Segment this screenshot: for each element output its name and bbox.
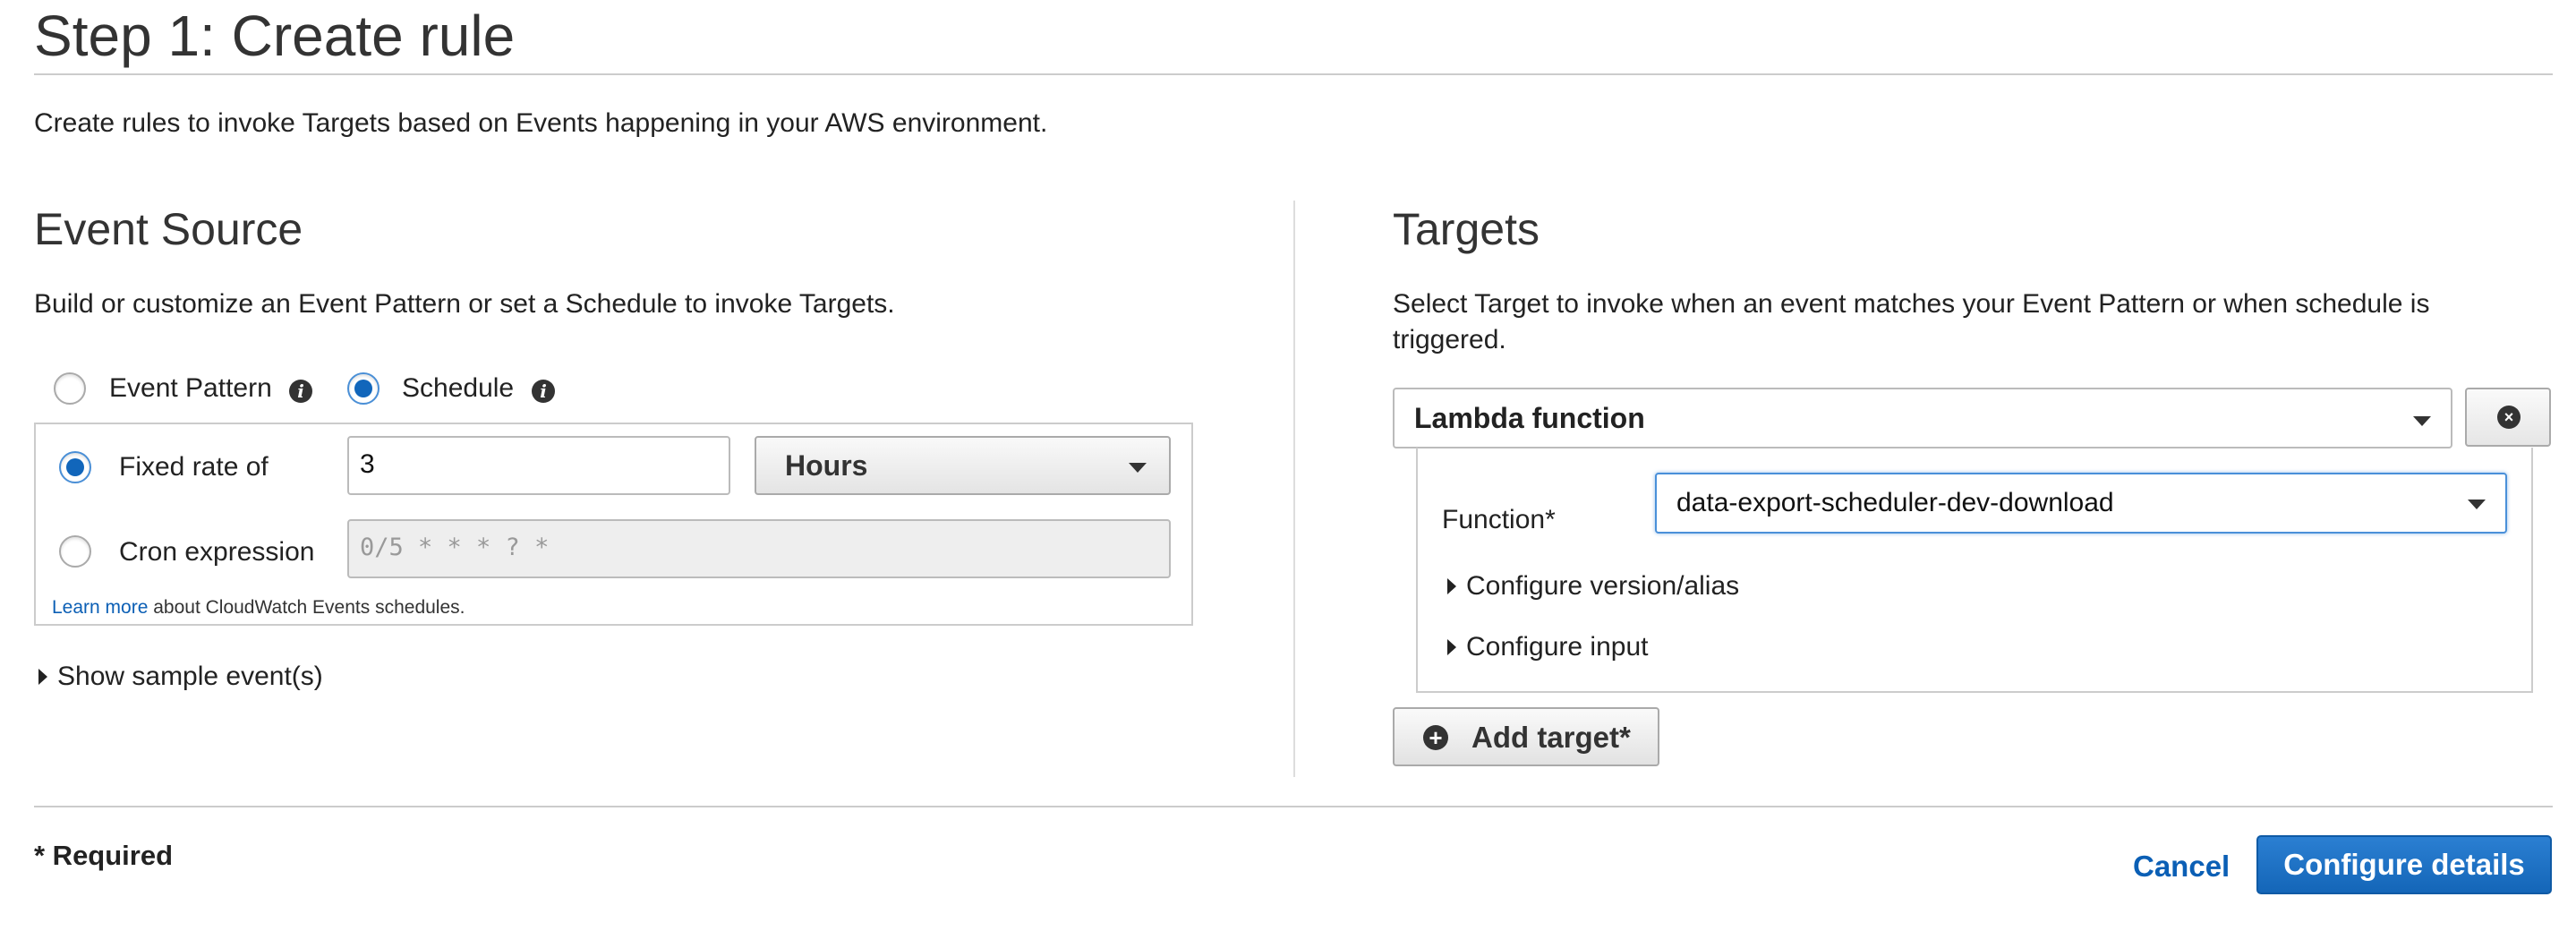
expand-arrow-icon[interactable]	[1447, 578, 1456, 594]
event-source-title: Event Source	[34, 204, 303, 254]
remove-icon: ×	[2497, 406, 2521, 429]
targets-title: Targets	[1393, 204, 1540, 254]
fixed-rate-radio[interactable]	[59, 451, 91, 483]
event-source-description: Build or customize an Event Pattern or s…	[34, 289, 895, 319]
column-divider	[1293, 201, 1295, 777]
caret-down-icon	[2468, 500, 2486, 509]
function-label: Function*	[1442, 505, 1556, 534]
cancel-button[interactable]: Cancel	[2133, 849, 2230, 884]
event-pattern-label[interactable]: Event Pattern	[109, 371, 272, 406]
fixed-rate-input[interactable]: 3	[347, 436, 730, 495]
function-select[interactable]: data-export-scheduler-dev-download	[1655, 473, 2507, 534]
cron-expression-input[interactable]: 0/5 * * * ? *	[347, 519, 1171, 578]
cron-expression-radio[interactable]	[59, 535, 91, 568]
event-pattern-radio[interactable]	[54, 372, 86, 405]
show-sample-events-toggle[interactable]: Show sample event(s)	[57, 659, 323, 695]
configure-version-alias-toggle[interactable]: Configure version/alias	[1466, 568, 1739, 604]
schedule-radio[interactable]	[347, 372, 380, 405]
cron-expression-label[interactable]: Cron expression	[119, 534, 314, 570]
learn-more-text: Learn more about CloudWatch Events sched…	[52, 595, 465, 620]
expand-arrow-icon[interactable]	[38, 669, 47, 685]
learn-more-suffix: about CloudWatch Events schedules.	[148, 597, 465, 618]
page-title: Step 1: Create rule	[34, 4, 516, 68]
rate-unit-value: Hours	[785, 449, 868, 482]
configure-input-toggle[interactable]: Configure input	[1466, 629, 1648, 665]
required-note: * Required	[34, 840, 174, 871]
schedule-label[interactable]: Schedule	[402, 371, 514, 406]
fixed-rate-label[interactable]: Fixed rate of	[119, 449, 269, 485]
caret-down-icon	[1129, 463, 1147, 473]
target-type-value: Lambda function	[1414, 402, 1645, 434]
learn-more-link[interactable]: Learn more	[52, 597, 148, 618]
footer-divider	[34, 806, 2553, 807]
remove-target-button[interactable]: ×	[2465, 388, 2551, 447]
configure-details-button[interactable]: Configure details	[2256, 835, 2552, 894]
add-target-button[interactable]: + Add target*	[1393, 707, 1659, 766]
function-value: data-export-scheduler-dev-download	[1676, 488, 2114, 517]
add-target-label: Add target*	[1471, 721, 1631, 754]
rate-unit-select[interactable]: Hours	[755, 436, 1171, 495]
target-type-select[interactable]: Lambda function	[1393, 388, 2452, 448]
expand-arrow-icon[interactable]	[1447, 639, 1456, 655]
caret-down-icon	[2413, 416, 2431, 426]
targets-description: Select Target to invoke when an event ma…	[1393, 289, 2430, 354]
add-icon: +	[1423, 725, 1448, 750]
event-pattern-info-icon[interactable]: i	[289, 380, 312, 403]
schedule-info-icon[interactable]: i	[532, 380, 555, 403]
page-subtitle: Create rules to invoke Targets based on …	[34, 108, 1048, 138]
title-divider	[34, 73, 2553, 75]
